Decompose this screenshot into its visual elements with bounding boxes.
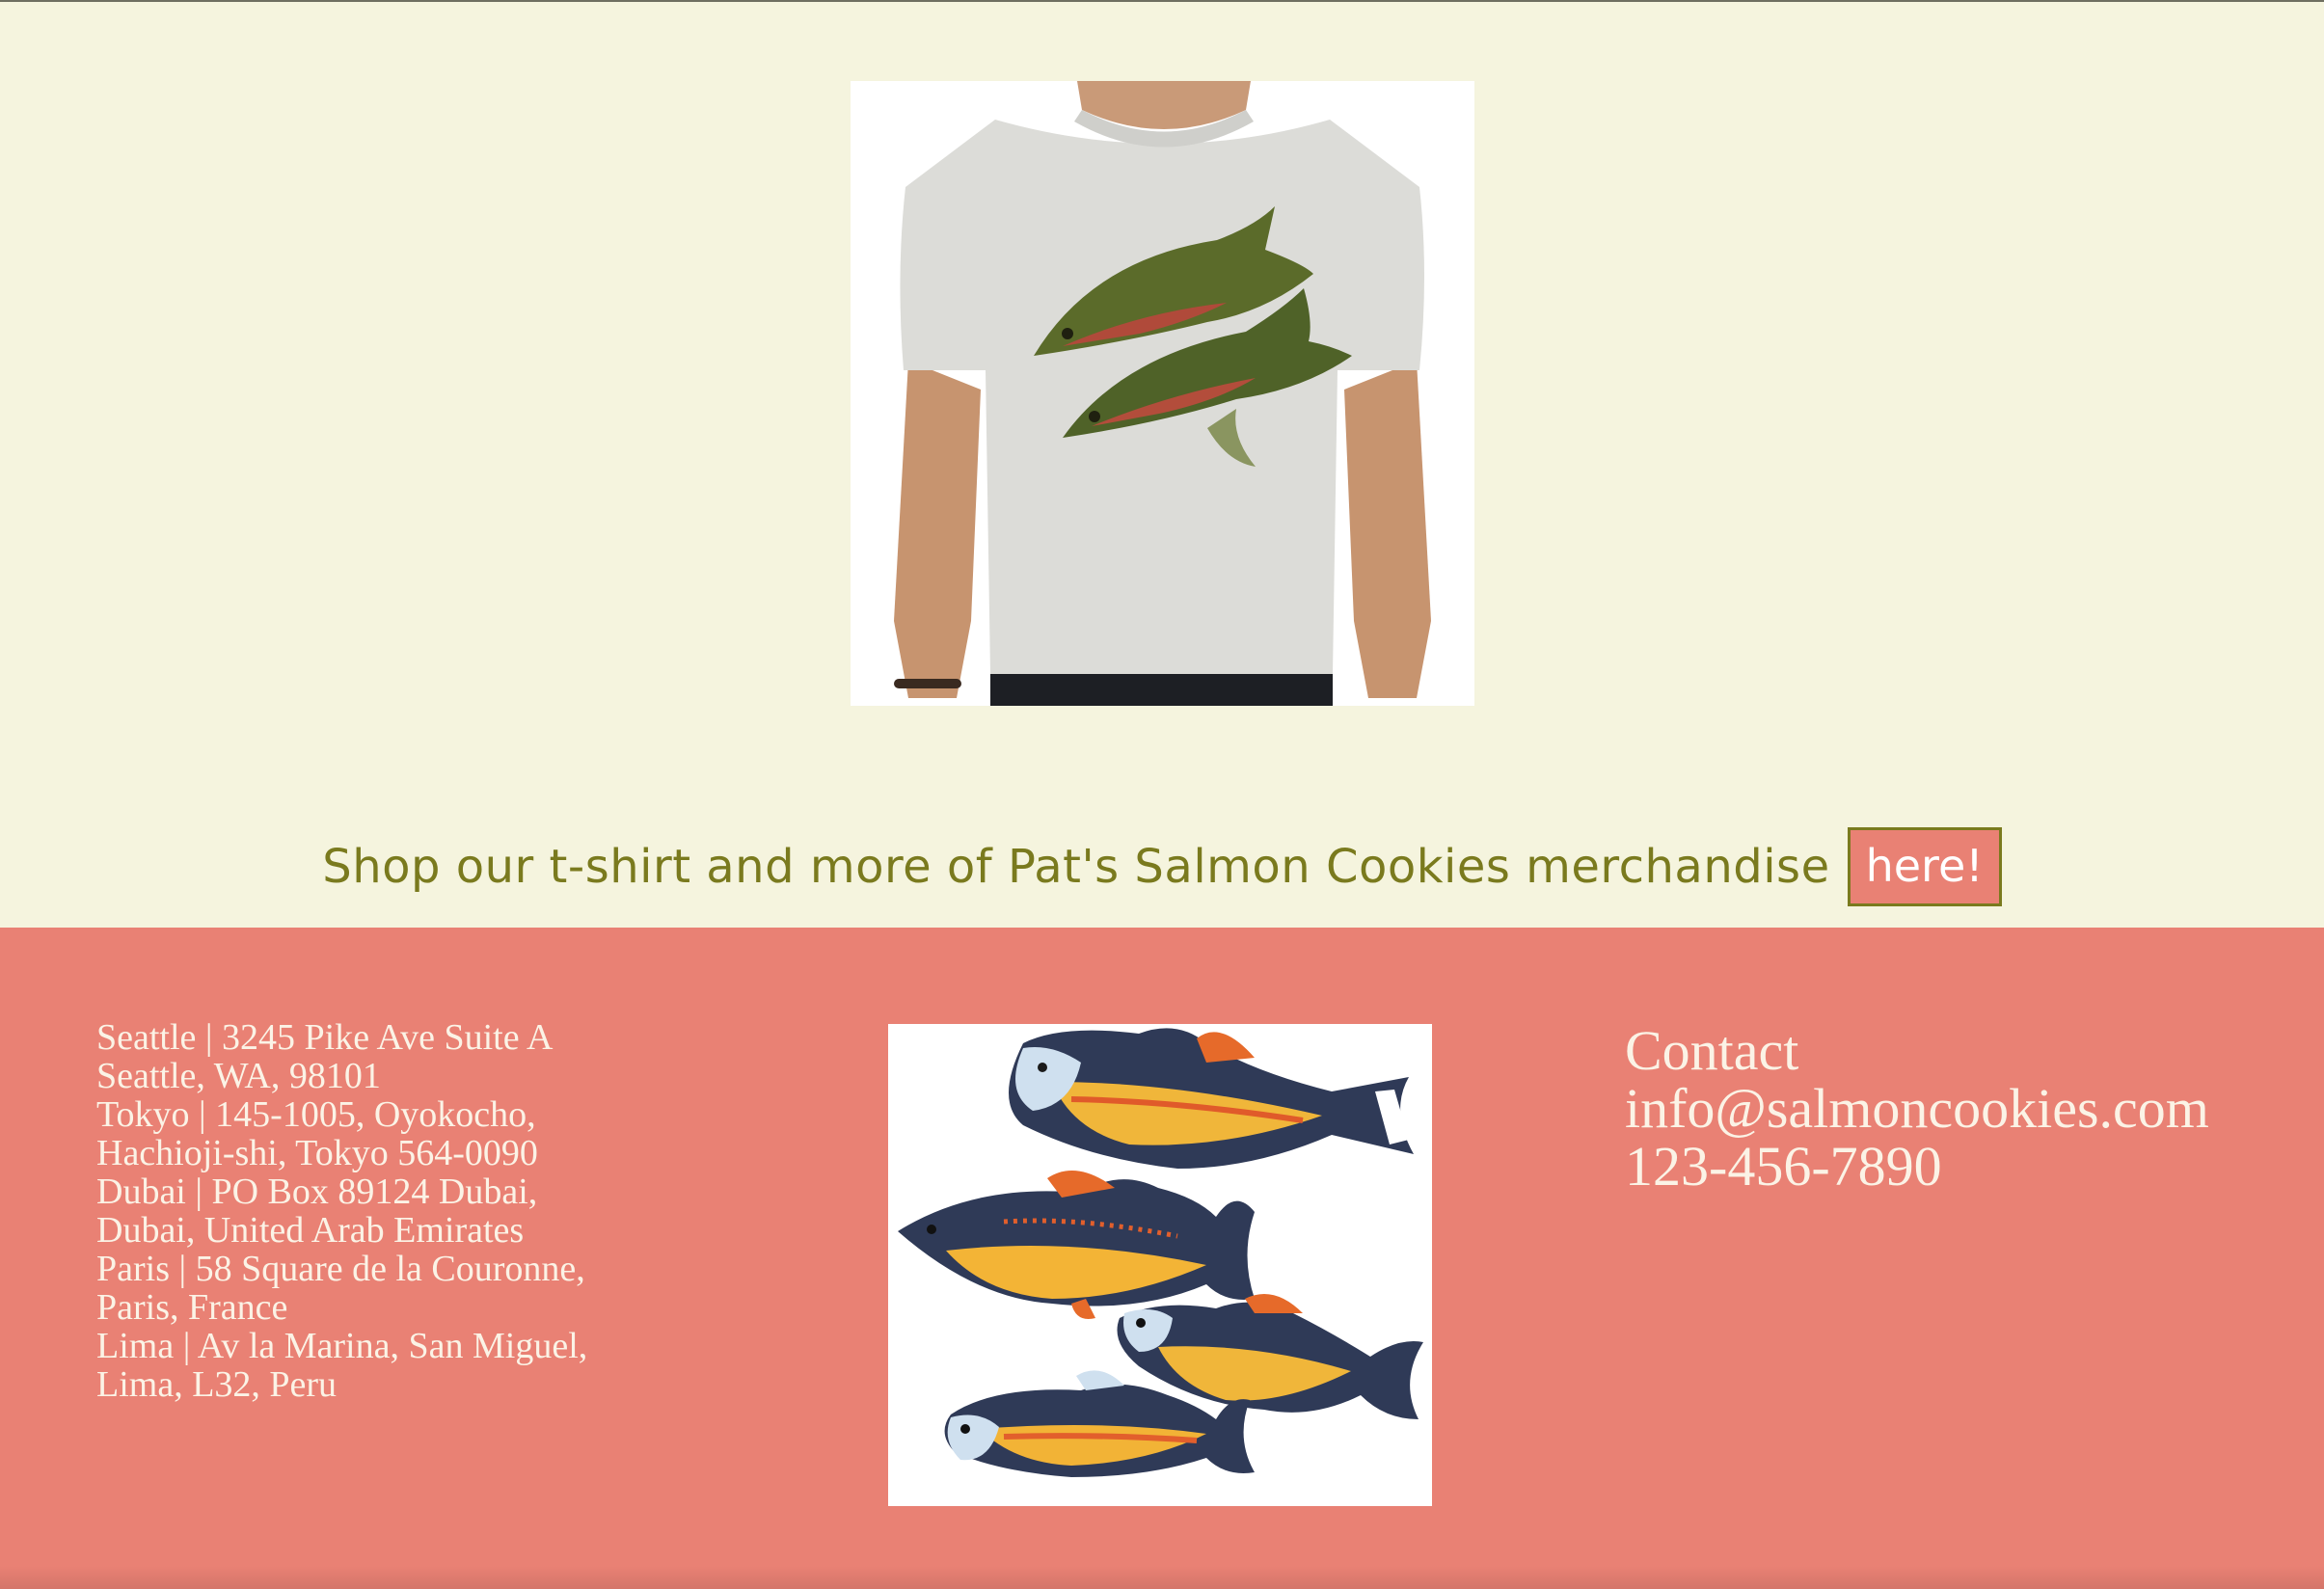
shop-text: Shop our t-shirt and more of Pat's Salmo… [322, 840, 1830, 894]
location-line: Dubai, United Arab Emirates [96, 1210, 525, 1251]
contact-heading: Contact [1625, 1019, 1799, 1082]
contact-block: Contact info@salmoncookies.com 123-456-7… [1625, 1022, 2209, 1196]
location-line: Tokyo | 145-1005, Oyokocho, [96, 1094, 536, 1135]
location-line: Paris, France [96, 1287, 288, 1328]
location-line: Lima | Av la Marina, San Miguel, [96, 1326, 588, 1366]
salmon-cookies-image [888, 1024, 1432, 1506]
shop-merch-line: Shop our t-shirt and more of Pat's Salmo… [0, 814, 2324, 920]
location-line: Paris | 58 Square de la Couronne, [96, 1249, 585, 1289]
location-line: Hachioji-shi, Tokyo 564-0090 [96, 1133, 538, 1173]
location-line: Dubai | PO Box 89124 Dubai, [96, 1172, 538, 1212]
location-line: Lima, L32, Peru [96, 1364, 338, 1405]
store-locations: Seattle | 3245 Pike Ave Suite A Seattle,… [96, 1018, 771, 1404]
footer: Seattle | 3245 Pike Ave Suite A Seattle,… [0, 928, 2324, 1589]
footer-bottom-shadow [0, 1566, 2324, 1589]
contact-email[interactable]: info@salmoncookies.com [1625, 1080, 2209, 1138]
contact-phone[interactable]: 123-456-7890 [1625, 1138, 2209, 1196]
salmon-tshirt-image [851, 81, 1474, 706]
location-line: Seattle | 3245 Pike Ave Suite A [96, 1017, 554, 1058]
merch-section: Shop our t-shirt and more of Pat's Salmo… [0, 2, 2324, 928]
shop-here-button[interactable]: here! [1847, 827, 2002, 906]
location-line: Seattle, WA, 98101 [96, 1056, 381, 1096]
